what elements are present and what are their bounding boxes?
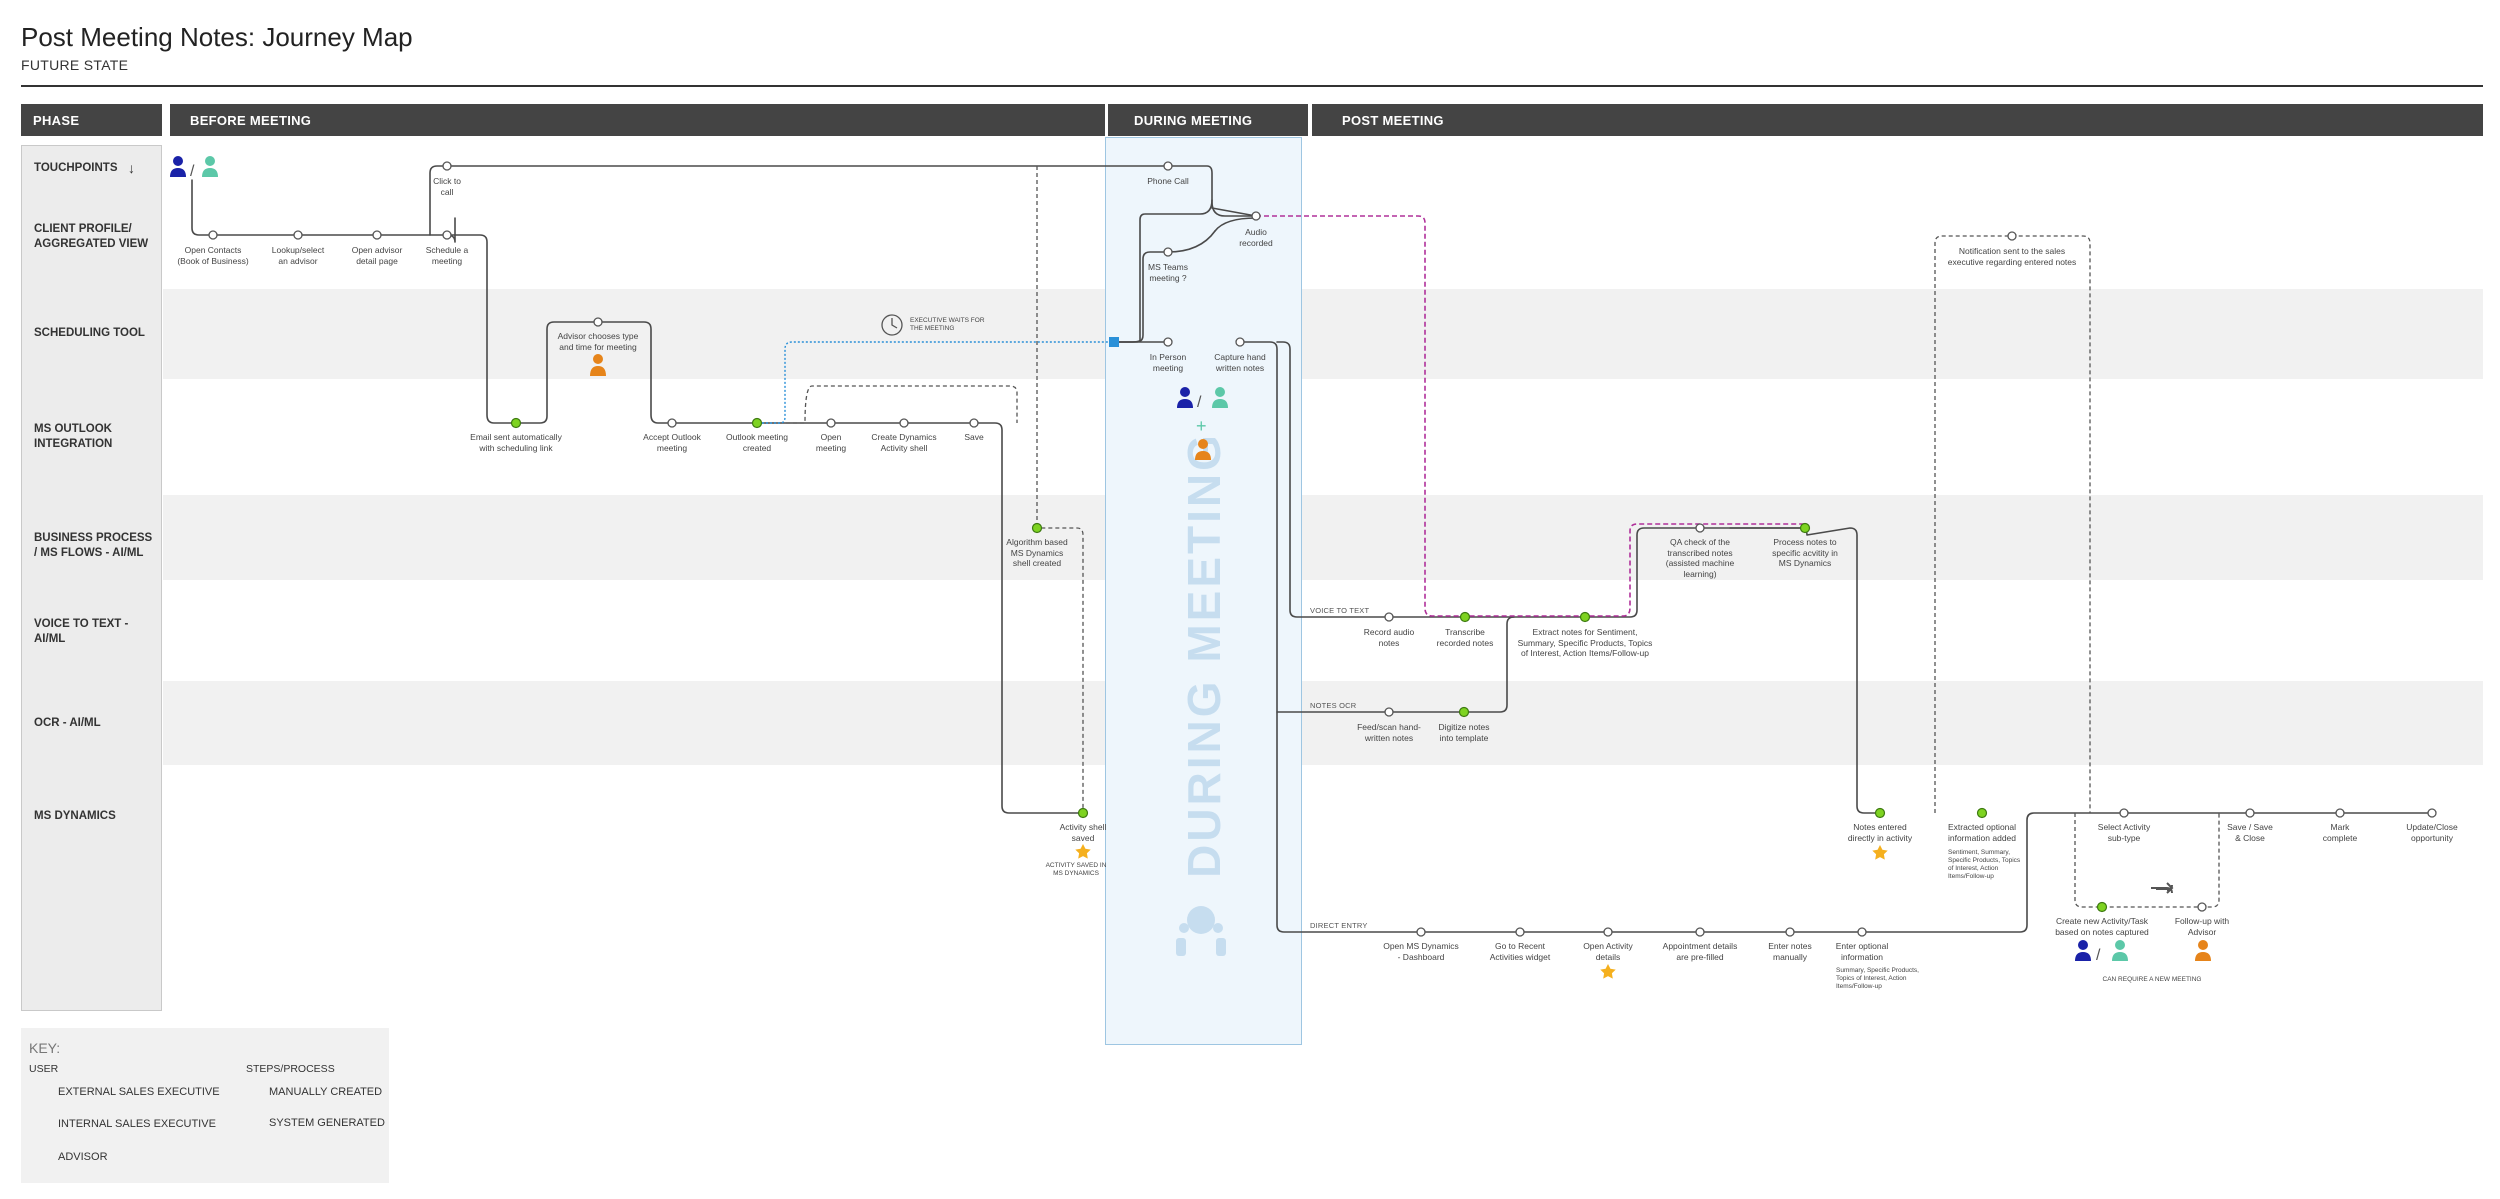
step-extract-notes: Extract notes for Sentiment, Summary, Sp… xyxy=(1517,627,1653,658)
step-activity-shell-saved: Activity shell saved xyxy=(1059,822,1107,843)
step-open-advisor-detail: Open advisor detail page xyxy=(351,245,403,266)
user-icon-advisor-scheduling xyxy=(590,354,606,376)
step-algorithm-shell: Algorithm based MS Dynamics shell create… xyxy=(1006,537,1068,568)
step-activity-saved-note: ACTIVITY SAVED IN MS DYNAMICS xyxy=(1045,862,1107,877)
step-phone-call: Phone Call xyxy=(1147,176,1189,186)
step-notes-entered: Notes entered directly in activity xyxy=(1847,822,1913,843)
legend-title: KEY: xyxy=(29,1040,61,1056)
step-appointment-prefilled: Appointment details are pre-filled xyxy=(1662,941,1738,962)
step-create-new-activity: Create new Activity/Task based on notes … xyxy=(2055,916,2149,937)
step-schedule-meeting: Schedule a meeting xyxy=(425,245,469,266)
step-lookup-advisor: Lookup/select an advisor xyxy=(271,245,325,266)
step-notification-sent: Notification sent to the sales executive… xyxy=(1947,246,2077,267)
segment-notes-ocr: NOTES OCR xyxy=(1310,701,1357,710)
step-ms-teams: MS Teams meeting ? xyxy=(1148,262,1188,283)
legend-internal: INTERNAL SALES EXECUTIVE xyxy=(58,1118,216,1130)
step-extracted-optional: Extracted optional information added xyxy=(1947,822,2017,843)
step-enter-notes-manually: Enter notes manually xyxy=(1768,941,1812,962)
dashed-paths xyxy=(758,166,2220,908)
arrow-down-icon: ↓ xyxy=(128,160,135,176)
step-open-activity-details: Open Activity details xyxy=(1583,941,1633,962)
segment-voice-to-text: VOICE TO TEXT xyxy=(1310,606,1370,615)
step-enter-optional-detail: Summary, Specific Products, Topics of In… xyxy=(1836,967,1919,990)
step-click-to-call: Click to call xyxy=(433,176,461,197)
step-mark-complete: Mark complete xyxy=(2322,822,2358,843)
step-select-activity: Select Activity sub-type xyxy=(2097,822,2151,843)
svg-text:+: + xyxy=(1196,416,1207,436)
step-save-close: Save / Save & Close xyxy=(2227,822,2273,843)
meeting-chat-icon xyxy=(1176,906,1226,956)
legend-advisor: ADVISOR xyxy=(58,1151,108,1163)
user-icon-external-during xyxy=(1177,387,1193,408)
svg-text:/: / xyxy=(190,163,195,180)
step-digitize-notes: Digitize notes into template xyxy=(1438,722,1490,743)
legend-user-heading: USER xyxy=(29,1063,59,1075)
user-icon-internal-top xyxy=(202,156,218,177)
step-update-close: Update/Close opportunity xyxy=(2406,822,2458,843)
step-outlook-created: Outlook meeting created xyxy=(726,432,788,453)
user-icon-internal-during xyxy=(1212,387,1228,408)
step-open-ms-dynamics: Open MS Dynamics - Dashboard xyxy=(1383,941,1459,962)
step-advisor-chooses: Advisor chooses type and time for meetin… xyxy=(557,331,639,352)
step-create-dynamics-shell: Create Dynamics Activity shell xyxy=(871,432,937,453)
label-executive-waits: EXECUTIVE WAITS FOR THE MEETING xyxy=(910,317,985,332)
step-process-notes: Process notes to specific acvitity in MS… xyxy=(1772,537,1838,568)
step-accept-outlook: Accept Outlook meeting xyxy=(643,432,701,453)
user-icon-external-top xyxy=(170,156,186,177)
step-in-person: In Person meeting xyxy=(1149,352,1187,373)
legend-system: SYSTEM GENERATED xyxy=(269,1117,385,1129)
user-icon-advisor-post xyxy=(2195,940,2211,961)
svg-text:/: / xyxy=(1197,394,1202,411)
step-audio-recorded: Audio recorded xyxy=(1239,227,1273,248)
step-can-require: CAN REQUIRE A NEW MEETING xyxy=(2102,976,2202,983)
step-save: Save xyxy=(964,432,984,442)
legend-steps-heading: STEPS/PROCESS xyxy=(246,1063,335,1075)
legend-manual: MANUALLY CREATED xyxy=(269,1086,383,1098)
journey-diagram: / / + / xyxy=(31,156,2437,1175)
segment-direct-entry: DIRECT ENTRY xyxy=(1310,921,1368,930)
step-record-audio: Record audio notes xyxy=(1363,627,1415,648)
step-extracted-optional-detail: Sentiment, Summary, Specific Products, T… xyxy=(1948,849,2021,880)
step-enter-optional: Enter optional information xyxy=(1835,941,1889,962)
step-open-meeting: Open meeting xyxy=(815,432,847,453)
legend-external: EXTERNAL SALES EXECUTIVE xyxy=(58,1086,220,1098)
process-lines xyxy=(191,165,2436,933)
loop-icon xyxy=(2151,882,2174,894)
step-follow-up-advisor: Follow-up with Advisor xyxy=(2174,916,2230,937)
step-transcribe-notes: Transcribe recorded notes xyxy=(1436,627,1494,648)
clock-icon xyxy=(881,314,903,336)
step-go-recent: Go to Recent Activities widget xyxy=(1489,941,1551,962)
step-email-sent: Email sent automatically with scheduling… xyxy=(470,432,562,453)
step-capture-hand: Capture hand written notes xyxy=(1214,352,1266,373)
svg-text:/: / xyxy=(2096,947,2101,964)
blue-junction xyxy=(1109,337,1119,347)
user-icon-external-post xyxy=(2075,940,2091,961)
step-feed-scan: Feed/scan hand-written notes xyxy=(1357,722,1421,743)
step-qa-check: QA check of the transcribed notes (assis… xyxy=(1665,537,1735,579)
blue-path xyxy=(758,341,1113,424)
user-icon-internal-post xyxy=(2112,940,2128,961)
user-icon-advisor-during xyxy=(1195,439,1211,460)
step-open-contacts: Open Contacts (Book of Business) xyxy=(177,245,249,266)
manual-nodes xyxy=(208,161,2437,937)
